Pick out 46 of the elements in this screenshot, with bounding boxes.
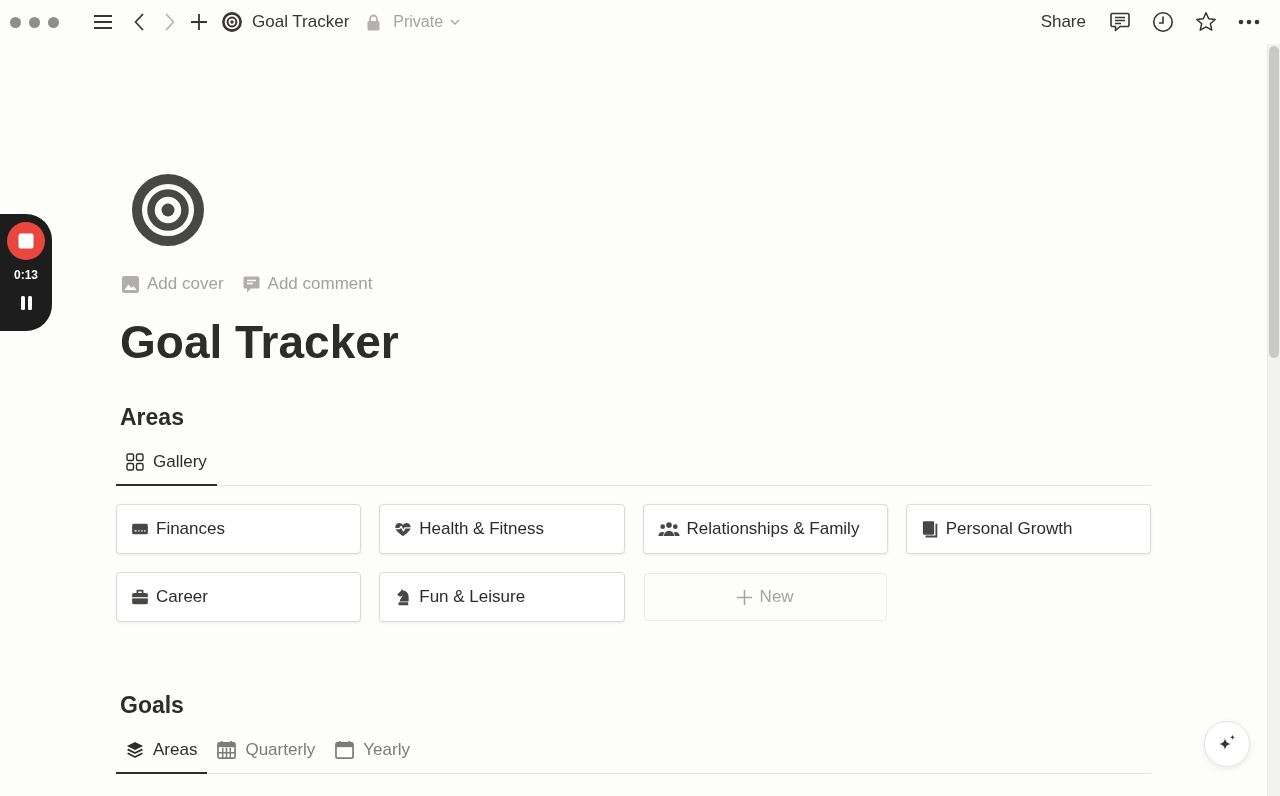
target-icon: [222, 12, 242, 32]
gallery-card[interactable]: Personal Growth: [905, 504, 1151, 554]
briefcase-icon: [131, 588, 149, 606]
window-control-icon[interactable]: [29, 16, 40, 28]
scrollbar-thumb[interactable]: [1269, 46, 1279, 358]
section-heading: Goals: [120, 691, 184, 720]
view-tab[interactable]: Yearly: [325, 728, 420, 774]
gallery-card[interactable]: Relationships & Family: [642, 504, 888, 554]
section-heading: Areas: [120, 403, 184, 432]
grid-icon: [126, 453, 144, 471]
image-icon: [122, 275, 139, 293]
view-tab[interactable]: Quarterly: [207, 728, 326, 774]
heart-pulse-icon: [394, 520, 413, 538]
menu-icon: [93, 14, 113, 30]
gallery-card[interactable]: Career: [116, 572, 362, 622]
chevron-right-icon: [165, 13, 175, 31]
gallery-card[interactable]: Fun & Leisure: [379, 572, 625, 622]
star-icon: [1195, 11, 1217, 33]
breadcrumb-button[interactable]: Goal Tracker: [218, 8, 354, 36]
comment-icon: [242, 275, 260, 293]
chevron-down-icon: [450, 19, 461, 25]
window-control-icon[interactable]: [10, 16, 21, 28]
scrollbar[interactable]: [1267, 44, 1280, 796]
people-icon: [657, 520, 680, 538]
recording-time: 0:13: [14, 268, 38, 282]
view-tab[interactable]: Gallery: [116, 440, 217, 486]
layers-icon: [126, 741, 144, 759]
more-icon: [1238, 19, 1260, 25]
lock-icon: [367, 13, 381, 31]
view-tab[interactable]: Areas: [116, 728, 208, 774]
page-title: Goal Tracker: [120, 315, 399, 370]
target-icon[interactable]: [132, 174, 204, 246]
gallery-card[interactable]: Finances: [116, 504, 362, 554]
gallery-card[interactable]: Health & Fitness: [379, 504, 625, 554]
chevron-left-icon: [134, 13, 144, 31]
plus-icon: [736, 589, 752, 605]
share-button[interactable]: Share: [1034, 8, 1092, 36]
pause-icon[interactable]: [20, 296, 32, 310]
clock-icon: [1152, 11, 1174, 33]
stop-icon[interactable]: [7, 222, 45, 260]
comment-icon: [1109, 11, 1131, 33]
calendar-grid-icon: [217, 741, 237, 759]
window-control-icon[interactable]: [48, 16, 59, 28]
calendar-icon: [335, 741, 355, 759]
book-icon: [920, 520, 939, 538]
plus-icon: [190, 13, 208, 31]
